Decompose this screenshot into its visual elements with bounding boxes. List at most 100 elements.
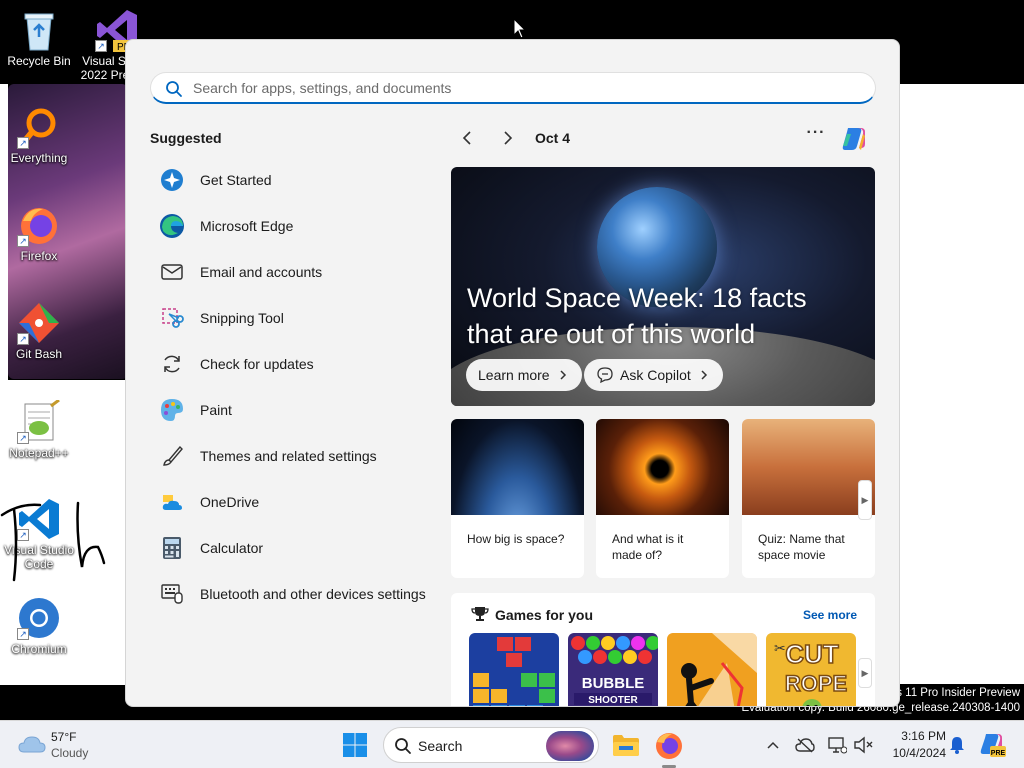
learn-more-button[interactable]: Learn more — [466, 359, 582, 391]
svg-text:BUBBLE: BUBBLE — [582, 675, 645, 692]
suggested-item-label: Check for updates — [200, 356, 314, 372]
learn-more-label: Learn more — [478, 367, 550, 383]
ink-scribble — [0, 501, 106, 582]
onedrive-icon — [158, 488, 186, 516]
snipping-tool-icon — [158, 304, 186, 332]
copilot-button[interactable] — [839, 124, 869, 154]
hero-title: World Space Week: 18 facts that are out … — [467, 283, 807, 349]
weather-condition: Cloudy — [51, 746, 89, 760]
game-tile-stickman[interactable] — [667, 633, 757, 706]
chat-bubble-icon — [597, 367, 613, 384]
show-hidden-icons-button[interactable] — [762, 734, 784, 756]
start-menu: Suggested Get Started Microsoft Edge Ema… — [125, 39, 900, 707]
shortcut-arrow-icon: ↗ — [95, 40, 107, 52]
taskbar-copilot-button[interactable]: PRE — [978, 732, 1006, 758]
bubble-shooter-image: BUBBLE SHOOTER — [571, 636, 658, 706]
see-more-link[interactable]: See more — [803, 608, 857, 622]
calculator-icon — [158, 534, 186, 562]
previous-day-button[interactable] — [455, 126, 479, 150]
feed-card[interactable]: How big is space? — [451, 419, 584, 578]
desktop-icon-chromium[interactable]: ↗ Chromium — [0, 596, 78, 656]
mouse-cursor-icon — [513, 18, 527, 39]
taskbar-search[interactable]: Search — [383, 727, 599, 763]
suggested-item-email-accounts[interactable]: Email and accounts — [150, 249, 440, 295]
games-section: Games for you See more BUBBLE SHOOTER CU… — [451, 593, 875, 706]
windows-logo-icon — [343, 733, 367, 757]
taskbar: 57°F Cloudy Search 3:16 PM 10/4/2024 PRE — [0, 720, 1024, 768]
astronaut-mars-image — [742, 419, 875, 515]
feed-card[interactable]: And what is it made of? — [596, 419, 729, 578]
suggested-item-calculator[interactable]: Calculator — [150, 525, 440, 571]
feed-nav-row: Oct 4 ··· — [451, 124, 881, 152]
copilot-icon — [842, 128, 865, 150]
get-started-icon — [158, 166, 186, 194]
cut-the-rope-image: CUT ROPE ✂ — [774, 638, 848, 706]
suggested-heading: Suggested — [150, 130, 222, 146]
start-search-input[interactable] — [193, 77, 853, 99]
background-window — [900, 84, 1024, 684]
tray-network[interactable] — [826, 734, 848, 756]
space-rocket-image — [451, 419, 584, 515]
chevron-right-icon — [504, 131, 513, 145]
desktop-icon-recycle-bin[interactable]: Recycle Bin — [0, 8, 78, 68]
chevron-left-icon — [462, 131, 471, 145]
black-hole-image — [596, 419, 729, 515]
desktop-icon-label: Everything — [10, 151, 68, 165]
system-clock[interactable]: 3:16 PM 10/4/2024 — [880, 728, 946, 762]
games-trophy-icon — [471, 607, 489, 621]
suggested-item-themes[interactable]: Themes and related settings — [150, 433, 440, 479]
taskbar-file-explorer[interactable] — [611, 730, 641, 760]
game-tile-cut-the-rope[interactable]: CUT ROPE ✂ — [766, 633, 856, 706]
suggested-item-bluetooth-devices[interactable]: Bluetooth and other devices settings — [150, 571, 440, 617]
game-tile-bubble-shooter[interactable]: BUBBLE SHOOTER — [568, 633, 658, 706]
tray-volume[interactable] — [852, 734, 874, 756]
suggested-item-check-updates[interactable]: Check for updates — [150, 341, 440, 387]
block-puzzle-image — [473, 637, 555, 706]
svg-text:ROPE: ROPE — [785, 671, 847, 696]
start-search-box[interactable] — [150, 72, 876, 104]
firefox-icon — [656, 733, 682, 759]
weather-widget[interactable]: 57°F Cloudy — [14, 727, 124, 763]
feed-card[interactable]: Quiz: Name that space movie — [742, 419, 875, 578]
ask-copilot-label: Ask Copilot — [620, 367, 691, 383]
games-scroll-right-button[interactable]: ▶ — [858, 658, 872, 688]
suggested-item-label: Email and accounts — [200, 264, 323, 280]
cloud-icon — [18, 736, 46, 753]
stickman-fight-image — [681, 633, 757, 706]
desktop-icon-firefox[interactable]: ↗ Firefox — [0, 203, 78, 263]
games-heading: Games for you — [495, 607, 594, 623]
copilot-preview-icon: PRE — [980, 734, 1006, 757]
svg-text:✂: ✂ — [774, 641, 786, 657]
desktop-icon-label: Notepad++ — [9, 446, 69, 460]
desktop-icon-git-bash[interactable]: ↗ Git Bash — [0, 301, 78, 361]
suggested-item-microsoft-edge[interactable]: Microsoft Edge — [150, 203, 440, 249]
chevron-right-icon — [701, 370, 707, 380]
desktop-icon-label: Firefox — [20, 249, 58, 263]
desktop-icon-notepad-plus-plus[interactable]: ↗ Notepad++ — [0, 398, 78, 460]
shortcut-arrow-icon: ↗ — [17, 333, 29, 345]
start-button[interactable] — [340, 730, 370, 760]
tray-cloud-offline[interactable] — [794, 734, 816, 756]
suggested-item-label: Microsoft Edge — [200, 218, 294, 234]
clock-date: 10/4/2024 — [892, 746, 946, 760]
suggested-item-get-started[interactable]: Get Started — [150, 157, 440, 203]
suggested-item-snipping-tool[interactable]: Snipping Tool — [150, 295, 440, 341]
desktop-icon-everything[interactable]: ↗ Everything — [0, 105, 78, 165]
clock-time: 3:16 PM — [901, 729, 946, 743]
hero-card[interactable]: World Space Week: 18 facts that are out … — [451, 167, 875, 406]
notification-center-button[interactable] — [946, 734, 968, 756]
speaker-muted-icon — [854, 736, 873, 754]
more-options-button[interactable]: ··· — [803, 124, 829, 148]
suggested-item-paint[interactable]: Paint — [150, 387, 440, 433]
suggested-item-onedrive[interactable]: OneDrive — [150, 479, 440, 525]
next-day-button[interactable] — [496, 126, 520, 150]
game-tile-blocks[interactable] — [469, 633, 559, 706]
ask-copilot-button[interactable]: Ask Copilot — [584, 359, 723, 391]
cards-scroll-right-button[interactable]: ▶ — [858, 480, 872, 520]
search-icon — [166, 81, 182, 97]
taskbar-firefox[interactable] — [654, 730, 684, 760]
git-bash-icon: ↗ — [17, 301, 61, 345]
desktop-icon-label: Recycle Bin — [7, 54, 71, 68]
suggested-item-label: Snipping Tool — [200, 310, 284, 326]
feed-card-text: How big is space? — [467, 532, 565, 546]
